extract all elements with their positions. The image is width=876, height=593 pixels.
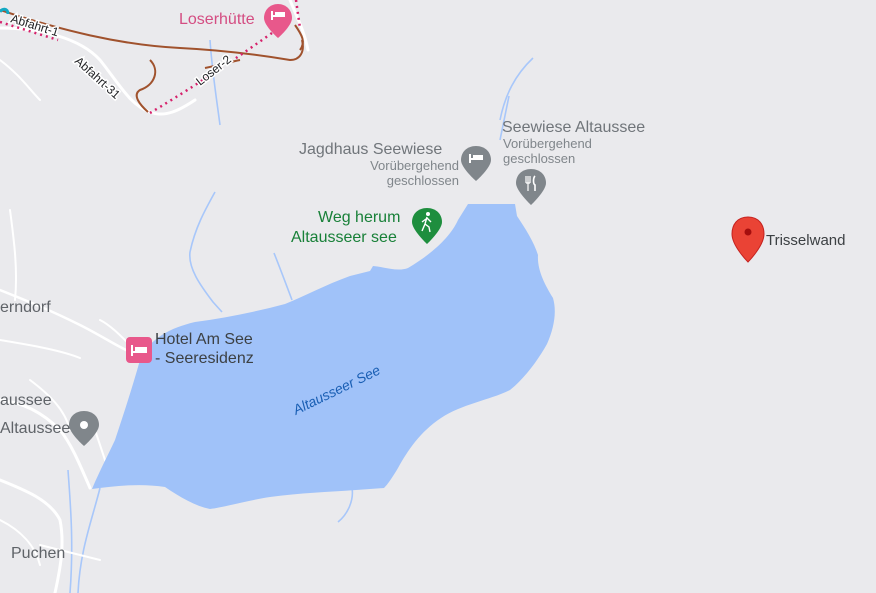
jagdhaus-status-2: geschlossen [386, 173, 459, 188]
jagdhaus-name[interactable]: Jagdhaus Seewiese [299, 141, 442, 159]
hotel-label-1[interactable]: Hotel Am See [155, 331, 253, 349]
hotel-bed-icon[interactable] [126, 337, 152, 363]
trail-label-1[interactable]: Weg herum [318, 209, 400, 227]
town-altaussee[interactable]: Altaussee [0, 420, 70, 438]
trisselwand-label[interactable]: Trisselwand [766, 232, 845, 250]
hotel-label-2[interactable]: - Seeresidenz [155, 350, 254, 368]
town-erndorf[interactable]: erndorf [0, 299, 51, 317]
trail-label-2[interactable]: Altausseer see [291, 229, 397, 247]
seewiese-name[interactable]: Seewiese Altaussee [502, 119, 645, 137]
seewiese-status-1: Vorübergehend [503, 136, 592, 151]
map-canvas[interactable]: Abfahrt-1 Abfahrt-31 Loser-2 Altausseer … [0, 0, 876, 593]
loserhuette-label[interactable]: Loserhütte [179, 11, 255, 29]
town-puchen[interactable]: Puchen [11, 545, 65, 563]
town-aussee[interactable]: aussee [0, 392, 52, 410]
seewiese-status-2: geschlossen [503, 151, 576, 166]
jagdhaus-status-1: Vorübergehend [370, 158, 459, 173]
